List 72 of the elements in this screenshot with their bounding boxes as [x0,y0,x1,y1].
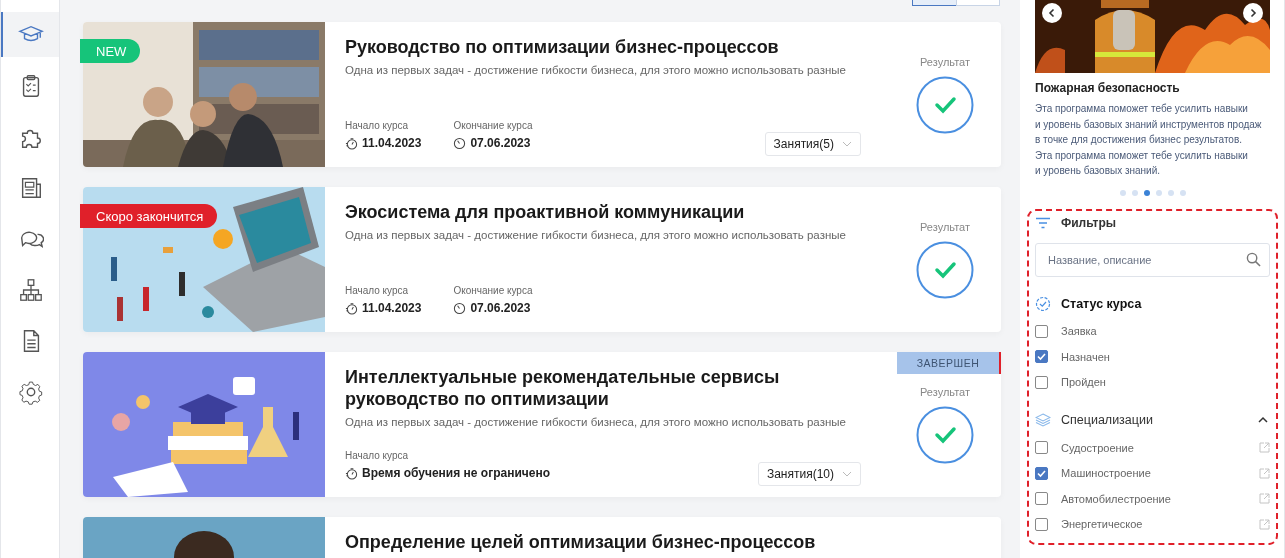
course-title[interactable]: Руководство по оптимизации бизнес-процессов [345,36,840,58]
start-label: Начало курса [345,450,410,461]
start-date: 11.04.2023 [362,136,422,150]
filters-title: Фильтры [1061,215,1117,230]
layers-icon [1035,412,1051,428]
carousel-dot[interactable] [1179,189,1186,196]
result-label: Результат [920,221,970,233]
checkbox-label[interactable]: Пройден [1061,376,1270,389]
stopwatch-icon [345,466,358,480]
course-title[interactable]: Экосистема для проактивной коммуникации [345,201,840,223]
checkbox[interactable] [1035,517,1048,531]
status-badge: ЗАВЕРШЕН [897,352,1001,374]
check-circle-icon [1035,295,1051,312]
checkbox[interactable] [1035,350,1048,364]
carousel-dot[interactable] [1143,189,1150,196]
chevron-down-icon [842,471,852,477]
filter-group-title: Статус курса [1061,296,1143,311]
promo-text: Эта программа поможет тебе усилить навыки и уровень базовых знаний инструментов продаж в точке для достижения бизнес результатов. Эта программа поможет тебе усилить навыки и уровень базовых знаний. [1035,102,1263,178]
carousel-dot[interactable] [1119,189,1126,196]
sidebar-item[interactable] [1,12,59,57]
chevron-down-icon [842,141,852,147]
result-label: Результат [920,386,970,398]
checkbox[interactable] [1035,324,1048,338]
course-description: Одна из первых задач - достижение гибкости бизнеса, для этого можно использовать разные [345,229,847,241]
checkbox[interactable] [1035,441,1048,455]
end-date: 07.06.2023 [470,301,531,315]
checkbox[interactable] [1035,466,1048,480]
carousel-dot[interactable] [1167,189,1174,196]
promo-title: Пожарная безопасность [1035,81,1181,95]
filter-icon [1035,216,1051,229]
course-card[interactable]: Определение целей оптимизации бизнес-процессов [83,517,1001,558]
chevron-left-icon [1047,8,1057,18]
stopwatch-icon [345,301,358,315]
chevron-right-icon [1248,8,1258,18]
view-toggle[interactable] [912,0,1000,6]
checkbox-label[interactable]: Назначен [1061,350,1270,363]
course-description: Одна из первых задач - достижение гибкости бизнеса, для этого можно использовать разные [345,64,847,76]
checkbox-label[interactable]: Судостроение [1061,441,1246,454]
course-card[interactable] [83,187,1001,332]
result-label: Результат [920,56,970,68]
filter-group-title: Специализации [1061,413,1154,427]
lessons-dropdown[interactable]: Занятия(10) [757,462,861,486]
carousel-dot[interactable] [1131,189,1138,196]
checkbox[interactable] [1035,375,1048,389]
end-label: Окончание курса [453,285,533,296]
end-label: Окончание курса [453,120,533,131]
course-card[interactable] [83,22,1001,167]
search-icon[interactable] [1246,251,1261,267]
carousel-dot[interactable] [1155,189,1162,196]
new-badge: NEW [80,39,141,63]
course-title[interactable]: Интеллектуальные рекомендательные сервисы руководство по оптимизации [345,366,840,410]
checkbox-label[interactable]: Энергетическое [1061,518,1246,531]
lessons-dropdown[interactable]: Занятия(5) [764,132,861,156]
clock-icon [453,301,467,315]
checkbox[interactable] [1035,492,1048,506]
gear-icon [18,378,44,405]
start-label: Начало курса [345,285,410,296]
stopwatch-icon [345,136,358,150]
ending-badge: Скоро закончится [80,204,218,228]
search-field[interactable]: Название, описание [1035,242,1270,277]
course-description: Одна из первых задач - достижение гибкости бизнеса, для этого можно использовать разные [345,416,847,428]
start-label: Начало курса [345,120,410,131]
checkbox-label[interactable]: Заявка [1061,325,1270,338]
checkbox-label[interactable]: Машиностроение [1061,467,1246,480]
checkbox-label[interactable]: Автомобилестроение [1061,492,1246,505]
course-card[interactable] [83,352,1001,497]
start-date: Время обучения не ограничено [362,466,550,480]
course-title[interactable]: Определение целей оптимизации бизнес-процессов [345,531,840,553]
start-date: 11.04.2023 [362,301,422,315]
clock-icon [453,136,467,150]
hierarchy-icon [18,276,44,303]
end-date: 07.06.2023 [470,136,531,150]
